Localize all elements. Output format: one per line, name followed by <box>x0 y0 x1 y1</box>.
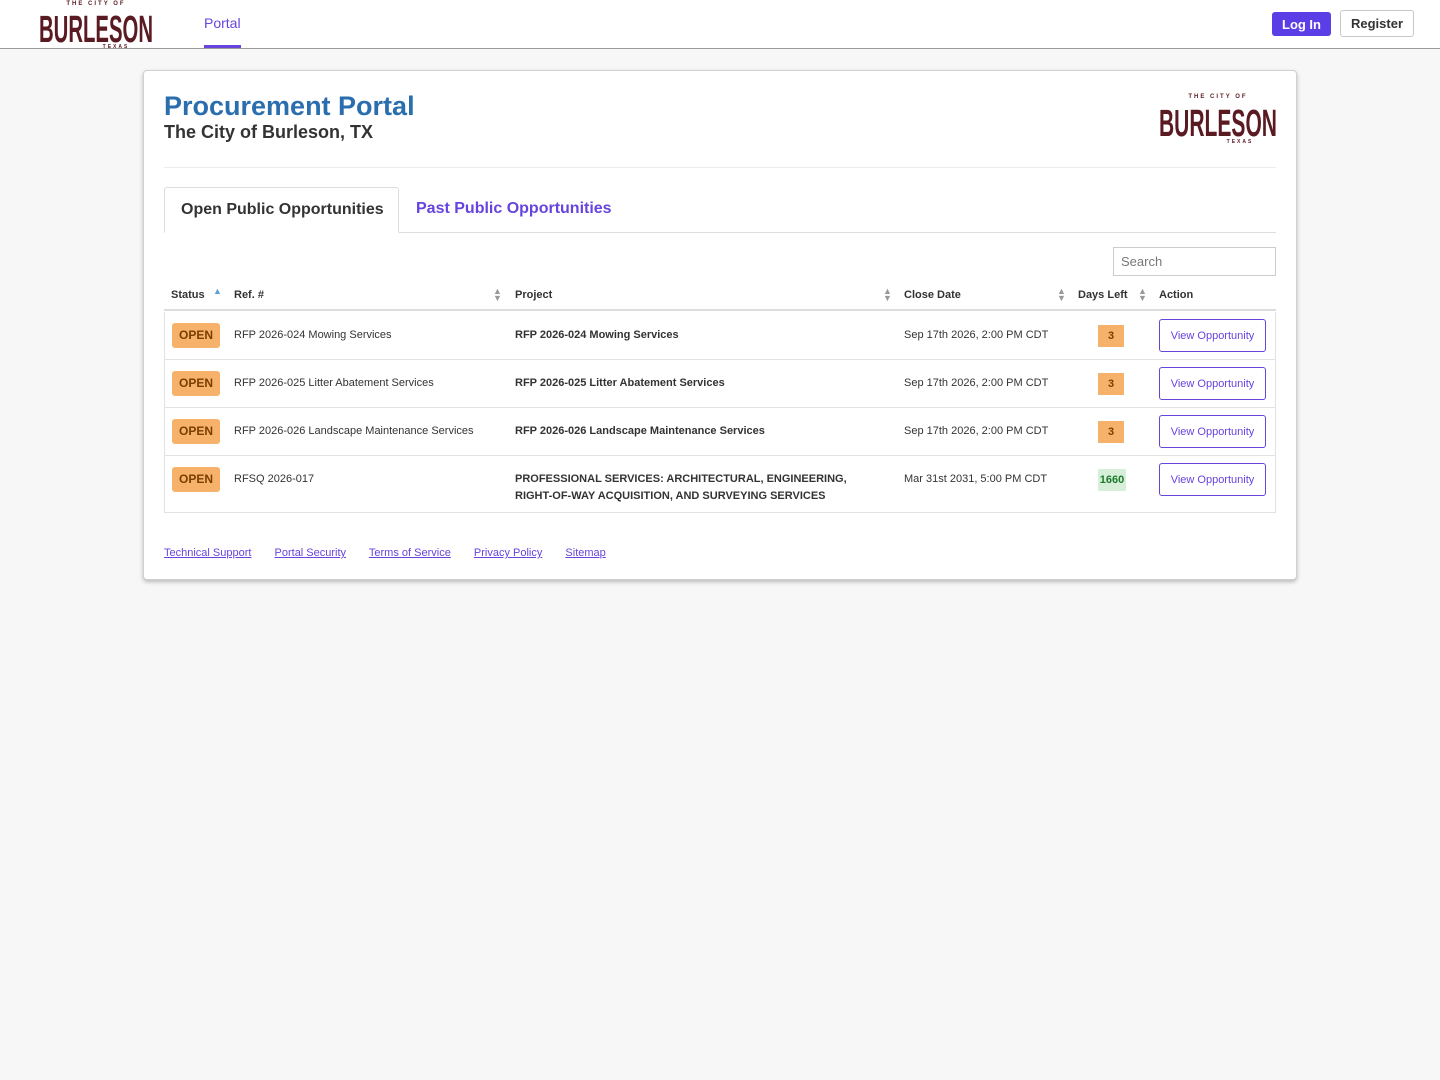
nav-portal-link[interactable]: Portal <box>204 0 241 48</box>
view-opportunity-button[interactable]: View Opportunity <box>1159 367 1266 400</box>
close-date: Sep 17th 2026, 2:00 PM CDT <box>904 329 1049 341</box>
footer-link-terms-of-service[interactable]: Terms of Service <box>369 547 451 559</box>
column-header-days-left[interactable]: Days Left <box>1078 283 1128 311</box>
logo-small-text: THE CITY OF <box>1188 94 1247 100</box>
table-header: Status ▲ Ref. # ▲ ▼ Project ▲ ▼ Close Date… <box>164 283 1276 311</box>
footer-link-sitemap[interactable]: Sitemap <box>565 547 605 559</box>
footer-link-technical-support[interactable]: Technical Support <box>164 547 251 559</box>
project-name-line1: PROFESSIONAL SERVICES: ARCHITECTURAL, EN… <box>515 473 847 485</box>
page-subtitle: The City of Burleson, TX <box>164 122 374 142</box>
top-nav: THE CITY OF BURLESON TEXAS Portal Log In… <box>0 0 1440 49</box>
close-date: Mar 31st 2031, 5:00 PM CDT <box>904 473 1048 485</box>
table-row: OPEN RFP 2026-026 Landscape Maintenance … <box>165 408 1275 456</box>
view-opportunity-button[interactable]: View Opportunity <box>1159 319 1266 352</box>
footer-link-portal-security[interactable]: Portal Security <box>275 547 347 559</box>
ref-number: RFP 2026-024 Mowing Services <box>234 329 392 341</box>
search-input[interactable] <box>1113 247 1276 276</box>
procurement-card: Procurement Portal The City of Burleson,… <box>143 70 1297 580</box>
footer-links: Technical Support Portal Security Terms … <box>164 547 626 559</box>
footer-link-privacy-policy[interactable]: Privacy Policy <box>474 547 542 559</box>
view-opportunity-button[interactable]: View Opportunity <box>1159 415 1266 448</box>
opportunity-tabs: Open Public Opportunities Past Public Op… <box>164 187 1276 233</box>
sort-icon[interactable]: ▲ ▼ <box>1138 287 1147 303</box>
days-left-badge: 1660 <box>1098 469 1126 491</box>
status-badge: OPEN <box>172 371 220 396</box>
days-left-badge: 3 <box>1098 421 1124 443</box>
table-row: OPEN RFP 2026-025 Litter Abatement Servi… <box>165 360 1275 408</box>
sort-icon[interactable]: ▲ ▼ <box>1057 287 1066 303</box>
days-left-badge: 3 <box>1098 373 1124 395</box>
table-row: OPEN RFP 2026-024 Mowing Services RFP 20… <box>165 312 1275 360</box>
view-opportunity-button[interactable]: View Opportunity <box>1159 463 1266 496</box>
project-name: RFP 2026-026 Landscape Maintenance Servi… <box>515 425 765 437</box>
logo-sub-text: TEXAS <box>1227 139 1254 145</box>
column-header-close-date[interactable]: Close Date <box>904 283 961 311</box>
status-badge: OPEN <box>172 467 220 492</box>
logo-sub-text: TEXAS <box>103 44 130 48</box>
status-badge: OPEN <box>172 323 220 348</box>
column-header-status[interactable]: Status <box>171 283 205 311</box>
days-left-badge: 3 <box>1098 325 1124 347</box>
opportunities-table: OPEN RFP 2026-024 Mowing Services RFP 20… <box>164 312 1276 513</box>
page-title: Procurement Portal <box>164 91 415 121</box>
column-header-action: Action <box>1159 289 1194 301</box>
column-header-ref[interactable]: Ref. # <box>234 283 264 311</box>
column-header-project[interactable]: Project <box>515 283 552 311</box>
ref-number: RFP 2026-025 Litter Abatement Services <box>234 377 434 389</box>
tab-past-opportunities[interactable]: Past Public Opportunities <box>400 187 628 233</box>
tab-open-opportunities[interactable]: Open Public Opportunities <box>164 187 399 233</box>
header-divider <box>164 167 1276 168</box>
status-badge: OPEN <box>172 419 220 444</box>
sort-icon[interactable]: ▲ ▼ <box>493 287 502 303</box>
close-date: Sep 17th 2026, 2:00 PM CDT <box>904 377 1049 389</box>
sort-icon[interactable]: ▲ ▼ <box>883 287 892 303</box>
logo-small-text: THE CITY OF <box>66 1 125 7</box>
ref-number: RFP 2026-026 Landscape Maintenance Servi… <box>234 425 474 437</box>
sort-asc-icon[interactable]: ▲ <box>213 287 222 296</box>
project-name: RFP 2026-024 Mowing Services <box>515 329 679 341</box>
close-date: Sep 17th 2026, 2:00 PM CDT <box>904 425 1049 437</box>
project-name: RFP 2026-025 Litter Abatement Services <box>515 377 725 389</box>
table-row: OPEN RFSQ 2026-017 PROFESSIONAL SERVICES… <box>165 456 1275 512</box>
login-button[interactable]: Log In <box>1272 12 1331 36</box>
project-name-line2: RIGHT-OF-WAY ACQUISITION, AND SURVEYING … <box>515 490 826 502</box>
logo-main-text: BURLESON <box>1159 103 1277 145</box>
city-logo-large: THE CITY OF BURLESON TEXAS <box>1159 94 1277 145</box>
city-logo[interactable]: THE CITY OF BURLESON TEXAS <box>38 0 154 48</box>
ref-number: RFSQ 2026-017 <box>234 473 315 485</box>
register-button[interactable]: Register <box>1340 10 1414 37</box>
logo-main-text: BURLESON <box>39 9 153 48</box>
